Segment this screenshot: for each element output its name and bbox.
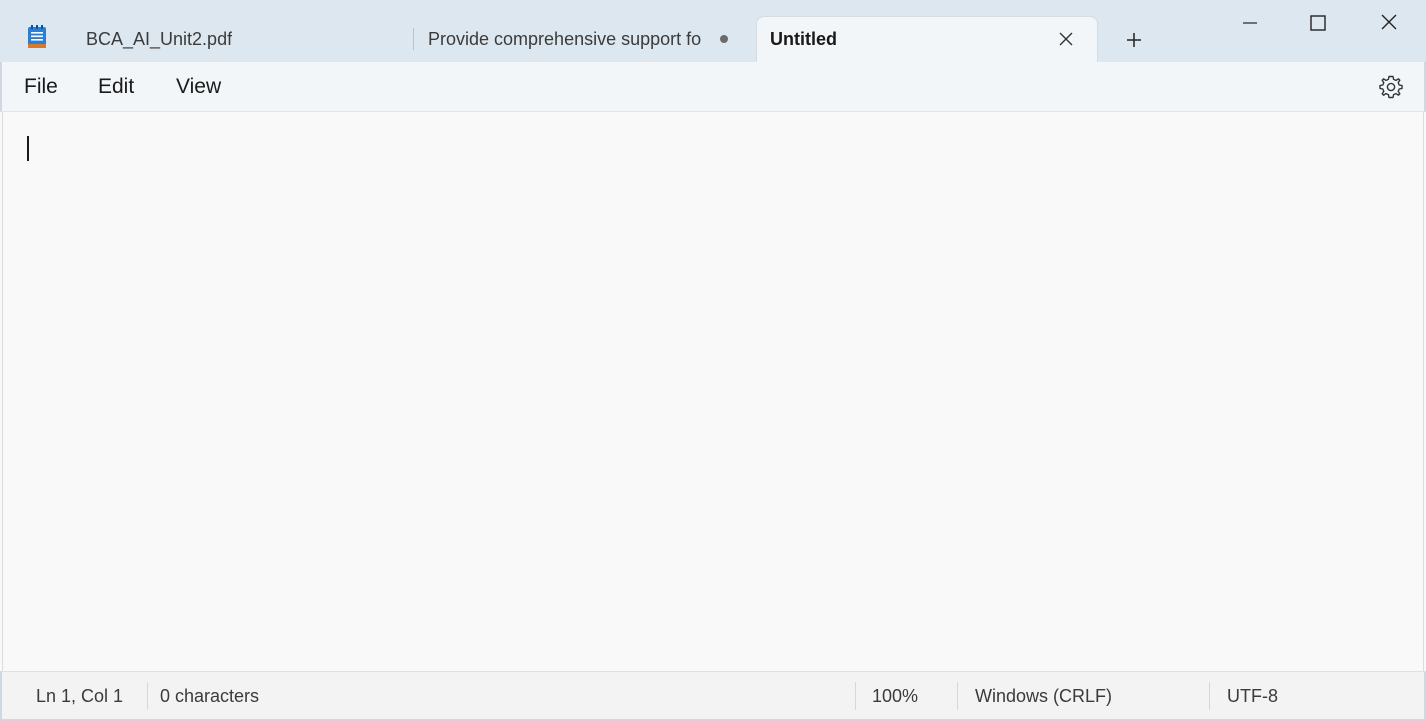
tab-bca-ai-unit2[interactable]: BCA_AI_Unit2.pdf [70, 16, 412, 62]
notepad-icon [28, 25, 46, 48]
menu-view[interactable]: View [176, 75, 221, 99]
menu-bar: File Edit View [0, 62, 1426, 112]
status-character-count: 0 characters [160, 686, 260, 706]
tab-label: Untitled [770, 29, 837, 49]
tab-untitled[interactable]: Untitled [756, 16, 1098, 62]
status-divider [855, 682, 856, 710]
gear-icon[interactable] [1378, 74, 1404, 100]
title-bar: BCA_AI_Unit2.pdf Provide comprehensive s… [0, 0, 1426, 62]
menu-file[interactable]: File [24, 75, 58, 99]
menu-edit[interactable]: Edit [98, 75, 134, 99]
tab-label: Provide comprehensive support for [428, 28, 702, 49]
status-encoding[interactable]: UTF-8 [1227, 686, 1278, 707]
window-close-icon[interactable] [1371, 10, 1407, 36]
status-bar: Ln 1, Col 1 0 characters 100% Windows (C… [0, 671, 1426, 721]
plus-icon[interactable] [1122, 28, 1146, 52]
notepad-window: BCA_AI_Unit2.pdf Provide comprehensive s… [0, 0, 1426, 721]
status-line-ending[interactable]: Windows (CRLF) [975, 686, 1112, 707]
text-editor[interactable] [2, 112, 1424, 671]
maximize-icon[interactable] [1300, 10, 1336, 36]
close-icon[interactable] [1057, 30, 1075, 48]
unsaved-dot-icon [720, 35, 728, 43]
text-caret [27, 136, 29, 161]
status-zoom[interactable]: 100% [872, 686, 918, 707]
status-divider [957, 682, 958, 710]
status-cursor-position: Ln 1, Col 1 [36, 686, 124, 706]
tab-label: BCA_AI_Unit2.pdf [86, 28, 233, 49]
minimize-icon[interactable] [1232, 10, 1268, 36]
status-divider [1209, 682, 1210, 710]
status-divider [147, 682, 148, 710]
tab-provide-comprehensive-support[interactable]: Provide comprehensive support for [414, 16, 754, 62]
